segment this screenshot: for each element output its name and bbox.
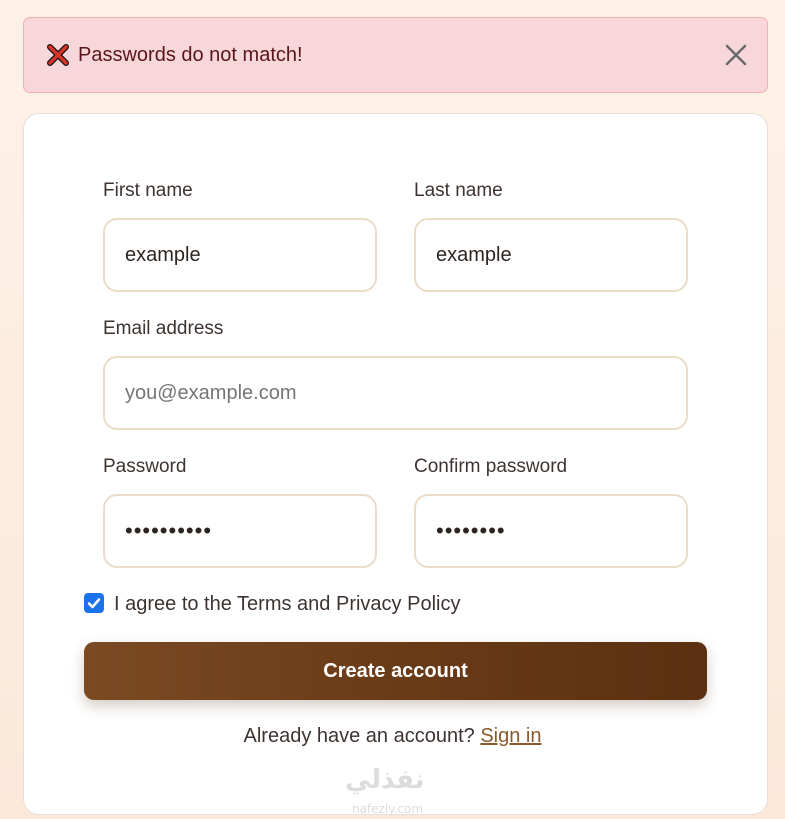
first-name-label: First name	[103, 180, 193, 201]
checkmark-icon	[87, 598, 101, 609]
watermark-logo: نفذلي	[345, 765, 425, 795]
email-label: Email address	[103, 318, 224, 339]
alert-message: Passwords do not match!	[78, 43, 303, 66]
terms-label[interactable]: I agree to the Terms and Privacy Policy	[114, 593, 460, 616]
terms-checkbox[interactable]	[84, 593, 104, 613]
signin-link[interactable]: Sign in	[480, 725, 541, 747]
watermark-domain: nafezly.com	[352, 802, 424, 816]
confirm-password-field[interactable]	[414, 494, 688, 568]
password-field[interactable]	[103, 494, 377, 568]
last-name-label: Last name	[414, 180, 503, 201]
first-name-field[interactable]	[103, 218, 377, 292]
error-alert: Passwords do not match!	[23, 17, 768, 93]
confirm-password-label: Confirm password	[414, 456, 568, 477]
email-field[interactable]	[103, 356, 688, 430]
create-account-button[interactable]: Create account	[84, 642, 707, 700]
signin-prompt: Already have an account?	[243, 725, 475, 747]
close-icon[interactable]	[723, 42, 749, 68]
signin-row: Already have an account? Sign in	[0, 725, 785, 748]
cross-mark-icon	[46, 43, 70, 67]
password-label: Password	[103, 456, 187, 477]
last-name-field[interactable]	[414, 218, 688, 292]
